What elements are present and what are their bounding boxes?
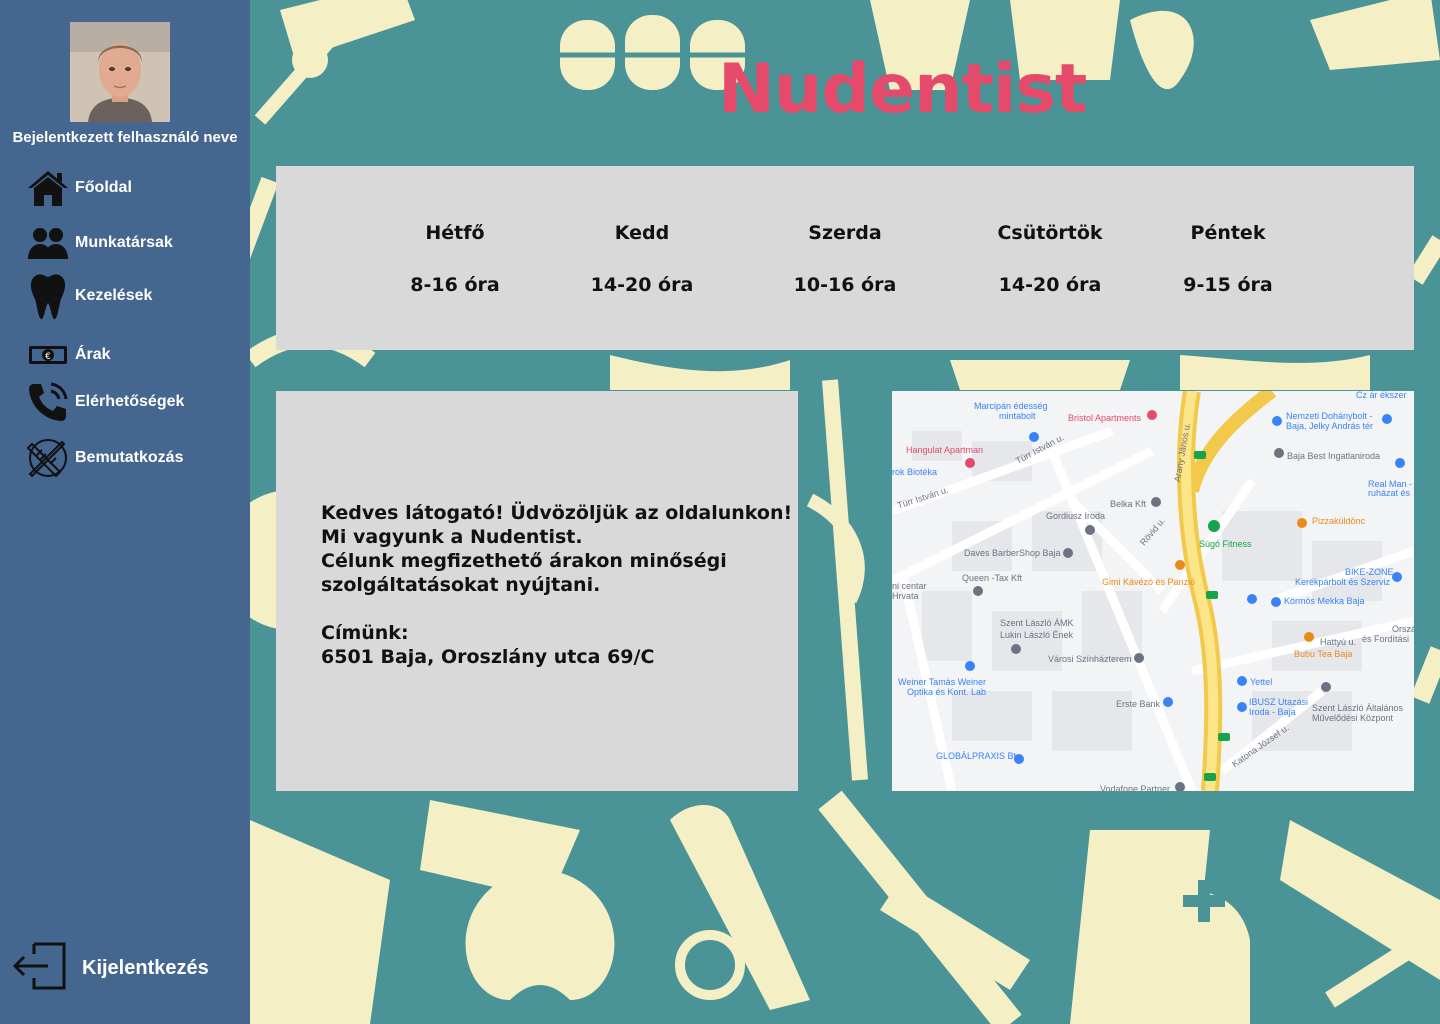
hours-column-friday: Péntek 9-15 óra <box>1128 222 1328 296</box>
day-hours: 14-20 óra <box>998 274 1102 296</box>
nav-label: Árak <box>75 346 111 363</box>
hours-column-monday: Hétfő 8-16 óra <box>355 222 555 296</box>
map-label: Városi Színházterem <box>1048 654 1132 664</box>
logout-icon <box>12 940 66 997</box>
home-icon <box>26 166 70 210</box>
day-name: Szerda <box>808 222 882 244</box>
brand-title: Nudentist <box>718 50 1087 129</box>
map-label: és Fordítási <box>1362 634 1410 644</box>
svg-text:€: € <box>45 352 51 362</box>
map-label: BIKE-ZONE <box>1345 567 1394 577</box>
hours-column-tuesday: Kedd 14-20 óra <box>542 222 742 296</box>
nav-label: Kezelések <box>75 287 153 304</box>
map-label: Belka Kft <box>1110 499 1147 509</box>
map-label: Marcipán édesség <box>974 401 1048 411</box>
map-label: Lukin László Ének <box>1000 630 1074 640</box>
day-hours: 14-20 óra <box>590 274 694 296</box>
nav-label: Munkatársak <box>75 234 173 251</box>
map-label: ruházat és <box>1368 488 1411 498</box>
tools-icon <box>26 436 70 480</box>
welcome-text: Kedves látogató! Üdvözöljük az oldalunko… <box>321 502 793 668</box>
location-map[interactable]: Marcipán édesség mintabolt Bristol Apartme… <box>892 391 1414 791</box>
map-label: Gimi Kávézó és Panzió <box>1102 577 1196 587</box>
day-name: Hétfő <box>425 222 485 244</box>
day-hours: 10-16 óra <box>793 274 897 296</box>
avatar[interactable] <box>70 22 170 122</box>
nav-item-bemutatkozas[interactable]: Bemutatkozás <box>26 436 183 480</box>
money-icon: € <box>26 333 70 377</box>
people-icon <box>26 221 70 265</box>
user-name: Bejelentkezett felhasználó neve <box>12 129 238 146</box>
map-label: Yettel <box>1250 677 1273 687</box>
opening-hours-panel: Hétfő 8-16 óra Kedd 14-20 óra Szerda 10-… <box>276 166 1414 350</box>
map-label: Vodafone Partner <box>1100 784 1171 791</box>
day-name: Csütörtök <box>997 222 1103 244</box>
nav-label: Elérhetőségek <box>75 393 185 410</box>
nav-item-elerhetosegek[interactable]: Elérhetőségek <box>26 380 184 424</box>
map-label: Művelődési Központ <box>1312 713 1394 723</box>
main-content: Nudentist Hétfő 8-16 óra Kedd 14-20 óra … <box>250 0 1440 1024</box>
nav-item-kezelesek[interactable]: Kezelések <box>26 270 152 322</box>
map-label: Nemzeti Dohánybolt - <box>1286 411 1373 421</box>
map-label: Bubu Tea Baja <box>1294 649 1353 659</box>
map-label: Pizzaküldönc <box>1312 516 1366 526</box>
map-label: Optika és Kont. Lab <box>907 687 987 697</box>
nav-item-arak[interactable]: € Árak <box>26 333 111 377</box>
tooth-icon <box>26 270 70 322</box>
map-label: GLOBÁLPRAXIS Bt <box>936 751 1017 761</box>
map-label: Szent László ÁMK <box>1000 618 1074 628</box>
map-label: Körmös Mekka Baja <box>1284 596 1365 606</box>
day-hours: 9-15 óra <box>1183 274 1273 296</box>
map-label: Bristol Apartments <box>1068 413 1142 423</box>
map-label: rok Biotéka <box>892 467 938 477</box>
day-name: Péntek <box>1190 222 1266 244</box>
phone-icon <box>26 380 70 424</box>
map-label: mintabolt <box>999 411 1036 421</box>
map-label: Baja, Jelky András tér <box>1286 421 1374 431</box>
map-label: Daves BarberShop Baja <box>964 548 1061 558</box>
hours-column-wednesday: Szerda 10-16 óra <box>745 222 945 296</box>
hours-column-thursday: Csütörtök 14-20 óra <box>950 222 1150 296</box>
nav-item-fooldal[interactable]: Főoldal <box>26 166 132 210</box>
map-label: Kerékpárbolt és Szerviz <box>1295 577 1391 587</box>
map-label: Gordiusz Iroda <box>1046 511 1106 521</box>
day-name: Kedd <box>614 222 670 244</box>
map-label: Szent László Általános <box>1312 703 1404 713</box>
map-label: Súgó Fitness <box>1199 539 1252 549</box>
day-hours: 8-16 óra <box>410 274 500 296</box>
nav-label: Bemutatkozás <box>75 449 184 466</box>
map-label: Ország <box>1392 624 1414 634</box>
welcome-panel: Kedves látogató! Üdvözöljük az oldalunko… <box>276 391 798 791</box>
map-label: Queen -Tax Kft <box>962 573 1023 583</box>
nav-label: Főoldal <box>75 179 132 196</box>
map-label: Hangulat Apartman <box>906 445 984 455</box>
map-label: Baja Best Ingatlaniroda <box>1287 451 1381 461</box>
logout-button[interactable]: Kijelentkezés <box>12 940 209 997</box>
map-label: ni centar <box>892 581 927 591</box>
map-label: Iroda - Baja <box>1249 707 1296 717</box>
sidebar: Bejelentkezett felhasználó neve Főoldal … <box>0 0 250 1024</box>
map-label: Weiner Tamás Weiner <box>898 677 987 687</box>
map-label: Hrvata <box>892 591 919 601</box>
map-label: Erste Bank <box>1116 699 1161 709</box>
map-label: IBUSZ Utazási <box>1249 697 1309 707</box>
nav-item-munkatarsak[interactable]: Munkatársak <box>26 221 173 265</box>
map-label: Hattyú u. <box>1320 637 1357 647</box>
map-label: Cz ár ékszer <box>1356 391 1407 400</box>
logout-label: Kijelentkezés <box>82 957 209 979</box>
